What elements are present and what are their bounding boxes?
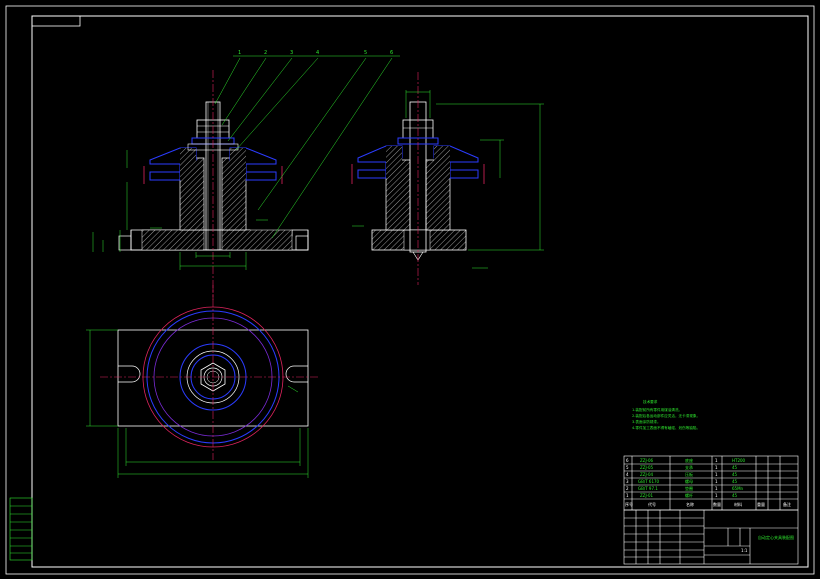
part-qty: 1	[715, 479, 718, 484]
part-name: 垫圈	[685, 485, 693, 491]
tech-note-4: 4.零件加工表面不得有磕碰、划伤等缺陷。	[632, 425, 700, 430]
part-name: 底座	[685, 457, 693, 463]
part-no: 6	[626, 458, 629, 463]
scale-value: 1:1	[741, 548, 748, 553]
part-qty: 1	[715, 472, 718, 477]
balloon-2: 2	[264, 50, 267, 56]
header-weight: 重量	[757, 501, 765, 507]
balloon-1: 1	[238, 50, 241, 56]
tech-notes-title: 技术要求	[643, 399, 658, 404]
header-note: 备注	[783, 501, 791, 507]
tech-note-1: 1.装配前所有零件用煤油清洗。	[632, 407, 682, 412]
part-name: 螺杆	[685, 492, 693, 498]
inner-border	[31, 15, 809, 568]
balloon-3: 3	[290, 50, 293, 56]
balloon-6: 6	[390, 50, 393, 56]
drawing-name: 自动定心夹具装配图	[758, 534, 794, 540]
top-view	[86, 285, 320, 478]
part-code: GB/T 97.1	[638, 486, 658, 491]
part-code: ZZJ-05	[640, 465, 654, 470]
part-code: ZZJ-06	[640, 458, 654, 463]
header-no: 序号	[625, 501, 633, 507]
part-qty: 1	[715, 486, 718, 491]
part-mat: HT200	[732, 458, 746, 463]
part-qty: 1	[715, 458, 718, 463]
tech-note-3: 3.表面涂防锈漆。	[632, 419, 661, 424]
part-mat: 45	[732, 479, 738, 484]
part-no: 4	[626, 472, 629, 477]
header-code: 代号	[648, 501, 656, 507]
part-mat: 45	[732, 493, 738, 498]
part-no: 2	[626, 486, 629, 491]
part-no: 1	[626, 493, 629, 498]
header-mat: 材料	[734, 501, 742, 507]
header-qty: 数量	[713, 501, 721, 507]
part-name: 压板	[685, 471, 693, 477]
corner-box	[31, 15, 81, 27]
balloon-labels: 1 2 3 4 5 6	[238, 50, 393, 56]
header-name: 名称	[686, 501, 694, 507]
part-no: 5	[626, 465, 629, 470]
part-qty: 1	[715, 493, 718, 498]
balloon-4: 4	[316, 50, 319, 56]
part-mat: 65Mn	[732, 486, 744, 491]
technical-notes: 技术要求 1.装配前所有零件用煤油清洗。 2.装配后各运动部件应灵活，无卡滞现象…	[632, 399, 700, 430]
side-section-view	[351, 72, 544, 285]
part-code: GB/T 6170	[638, 479, 660, 484]
tech-note-2: 2.装配后各运动部件应灵活，无卡滞现象。	[632, 413, 700, 418]
parts-header: 序号 代号 名称 数量 材料 重量 备注	[625, 501, 791, 507]
part-no: 3	[626, 479, 629, 484]
part-code: ZZJ-01	[640, 493, 654, 498]
part-name: 螺母	[685, 478, 693, 484]
part-name: 支承	[685, 464, 693, 470]
balloon-5: 5	[364, 50, 367, 56]
part-mat: 45	[732, 465, 738, 470]
cad-drawing: 1 2 3 4 5 6 技术要求 1.装配前所有零件用煤油清洗。 2.装配后各运…	[5, 5, 815, 575]
part-qty: 1	[715, 465, 718, 470]
part-code: ZZJ-04	[640, 472, 654, 477]
front-section-view	[92, 55, 400, 300]
part-mat: 45	[732, 472, 738, 477]
left-strip-table	[9, 497, 33, 561]
